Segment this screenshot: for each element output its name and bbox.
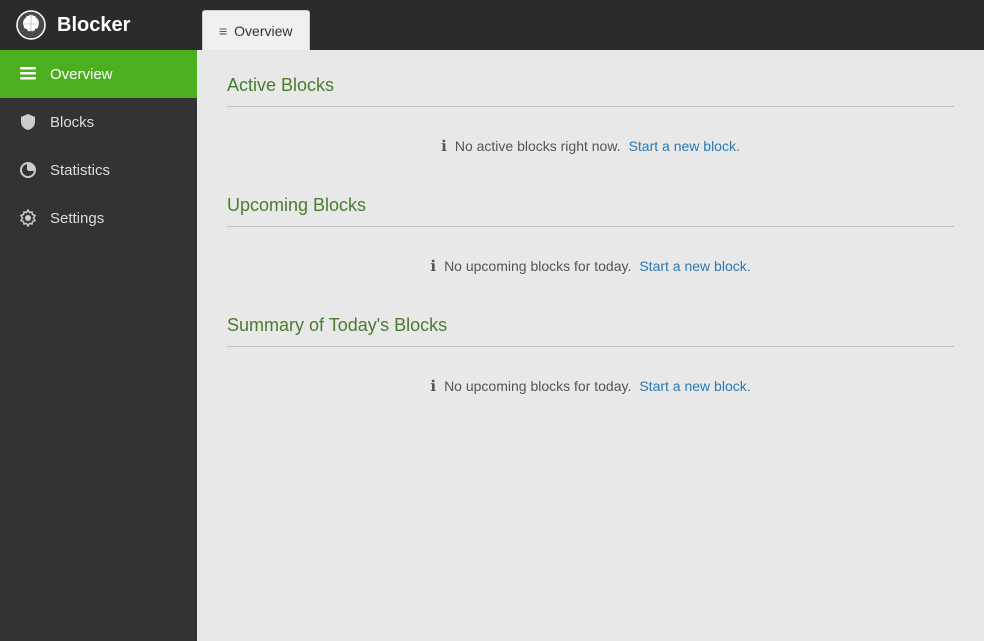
sidebar-label-statistics: Statistics bbox=[50, 162, 110, 179]
app-logo-area: Blocker bbox=[0, 9, 197, 41]
message-text-summary: No upcoming blocks for today. bbox=[444, 378, 631, 394]
message-active-blocks: ℹ No active blocks right now. Start a ne… bbox=[227, 127, 954, 165]
sidebar-item-statistics[interactable]: Statistics bbox=[0, 146, 197, 194]
divider-upcoming-blocks bbox=[227, 226, 954, 227]
info-icon-summary: ℹ bbox=[430, 377, 436, 395]
sidebar: Overview Blocks Statistics bbox=[0, 50, 197, 641]
tab-bar: ≡ Overview bbox=[197, 0, 310, 50]
overview-icon bbox=[18, 64, 38, 84]
section-upcoming-blocks: Upcoming Blocks ℹ No upcoming blocks for… bbox=[227, 195, 954, 285]
sidebar-item-blocks[interactable]: Blocks bbox=[0, 98, 197, 146]
tab-overview-label: Overview bbox=[234, 23, 292, 39]
divider-summary-blocks bbox=[227, 346, 954, 347]
section-title-upcoming-blocks: Upcoming Blocks bbox=[227, 195, 954, 216]
link-new-block-active[interactable]: Start a new block. bbox=[629, 138, 740, 154]
info-icon-upcoming: ℹ bbox=[430, 257, 436, 275]
message-text-active: No active blocks right now. bbox=[455, 138, 621, 154]
sidebar-label-blocks: Blocks bbox=[50, 114, 94, 131]
app-title: Blocker bbox=[57, 14, 130, 37]
sidebar-label-overview: Overview bbox=[50, 66, 113, 83]
link-new-block-summary[interactable]: Start a new block. bbox=[639, 378, 750, 394]
section-summary-blocks: Summary of Today's Blocks ℹ No upcoming … bbox=[227, 315, 954, 405]
section-active-blocks: Active Blocks ℹ No active blocks right n… bbox=[227, 75, 954, 165]
divider-active-blocks bbox=[227, 106, 954, 107]
blocks-icon bbox=[18, 112, 38, 132]
message-text-upcoming: No upcoming blocks for today. bbox=[444, 258, 631, 274]
sidebar-item-settings[interactable]: Settings bbox=[0, 194, 197, 242]
section-title-active-blocks: Active Blocks bbox=[227, 75, 954, 96]
tab-overview-icon: ≡ bbox=[219, 23, 227, 39]
message-upcoming-blocks: ℹ No upcoming blocks for today. Start a … bbox=[227, 247, 954, 285]
tab-overview[interactable]: ≡ Overview bbox=[202, 10, 310, 50]
app-logo-icon bbox=[15, 9, 47, 41]
sidebar-label-settings: Settings bbox=[50, 210, 104, 227]
link-new-block-upcoming[interactable]: Start a new block. bbox=[639, 258, 750, 274]
content-area: Active Blocks ℹ No active blocks right n… bbox=[197, 50, 984, 641]
settings-icon bbox=[18, 208, 38, 228]
info-icon-active: ℹ bbox=[441, 137, 447, 155]
main-layout: Overview Blocks Statistics bbox=[0, 50, 984, 641]
top-bar: Blocker ≡ Overview bbox=[0, 0, 984, 50]
sidebar-item-overview[interactable]: Overview bbox=[0, 50, 197, 98]
message-summary-blocks: ℹ No upcoming blocks for today. Start a … bbox=[227, 367, 954, 405]
statistics-icon bbox=[18, 160, 38, 180]
section-title-summary-blocks: Summary of Today's Blocks bbox=[227, 315, 954, 336]
